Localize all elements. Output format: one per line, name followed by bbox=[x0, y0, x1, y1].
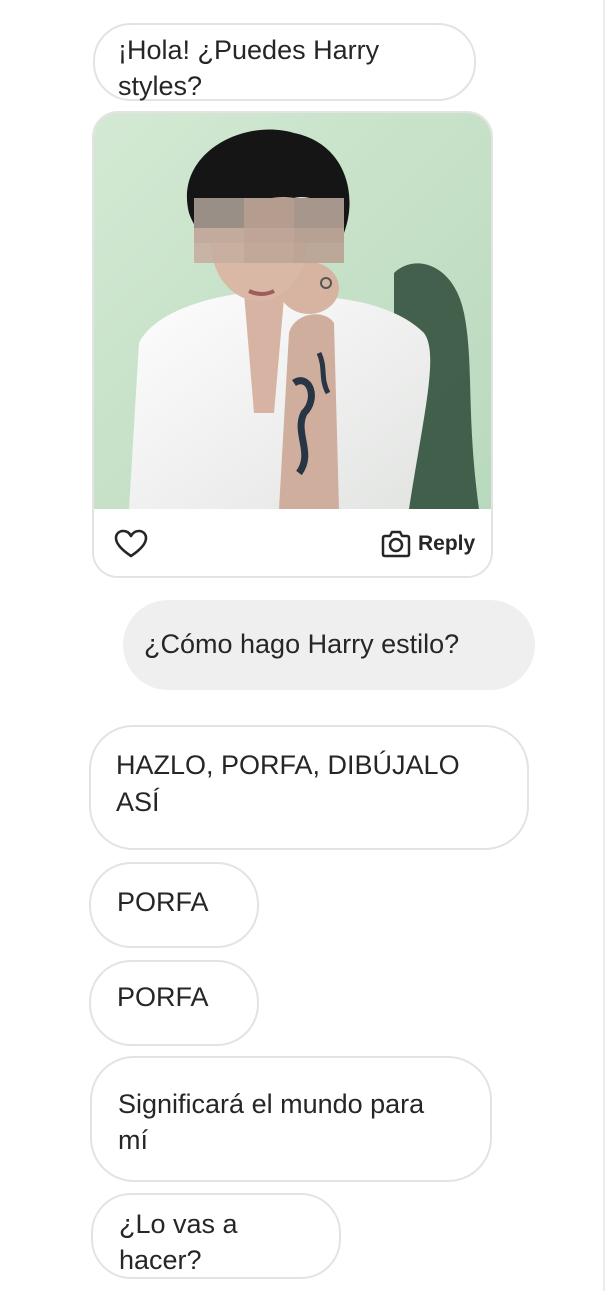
message-line: ASÍ bbox=[116, 787, 160, 817]
message-text: PORFA bbox=[117, 887, 209, 917]
message-line: HAZLO, PORFA, DIBÚJALO bbox=[116, 750, 460, 780]
message-received[interactable]: Significará el mundo para mí bbox=[90, 1056, 492, 1182]
reply-button[interactable]: Reply bbox=[380, 527, 475, 561]
reply-label: Reply bbox=[418, 532, 476, 555]
message-line: ¿Lo vas a bbox=[119, 1209, 238, 1239]
message-line: Significará el mundo para bbox=[118, 1089, 425, 1119]
shared-post[interactable]: Reply bbox=[92, 111, 493, 578]
message-line: hacer? bbox=[119, 1245, 202, 1275]
message-line: styles? bbox=[118, 71, 203, 101]
post-photo bbox=[94, 113, 491, 509]
message-received[interactable]: ¿Lo vas a hacer? bbox=[91, 1193, 341, 1279]
message-received[interactable]: PORFA bbox=[89, 862, 259, 948]
message-text: ¿Cómo hago Harry estilo? bbox=[144, 629, 460, 659]
message-received[interactable]: PORFA bbox=[89, 960, 259, 1046]
post-action-bar: Reply bbox=[94, 509, 491, 576]
message-received[interactable]: HAZLO, PORFA, DIBÚJALO ASÍ bbox=[89, 725, 529, 850]
message-text: PORFA bbox=[117, 982, 209, 1012]
message-sent[interactable]: ¿Cómo hago Harry estilo? bbox=[123, 600, 535, 690]
camera-icon bbox=[381, 530, 411, 558]
message-received[interactable]: ¡Hola! ¿Puedes Harry styles? bbox=[93, 23, 476, 101]
message-line: ¡Hola! ¿Puedes Harry bbox=[118, 35, 380, 65]
heart-icon[interactable] bbox=[114, 529, 148, 559]
message-line: mí bbox=[118, 1125, 148, 1155]
